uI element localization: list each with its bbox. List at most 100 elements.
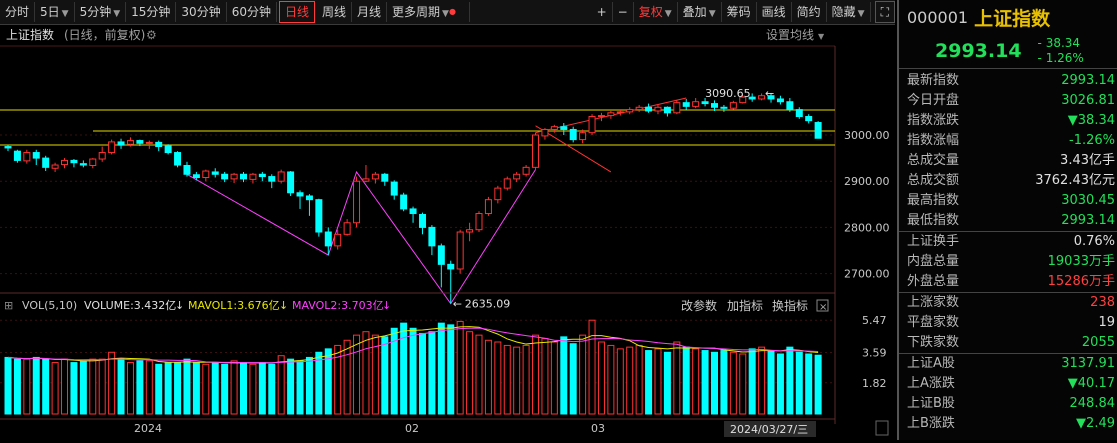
candle-body — [805, 116, 813, 122]
quote-row: 外盘总量 15286万手 — [899, 272, 1117, 292]
chips-button[interactable]: 筹码 — [722, 2, 757, 22]
volume-bar — [673, 341, 681, 415]
quote-row-value: 15286万手 — [1047, 274, 1115, 289]
quote-price-block: 2993.14 - 38.34 - 1.26% — [899, 34, 1117, 69]
candle-body — [32, 152, 40, 159]
mavol1-value: MAVOL1:3.676亿 — [188, 299, 280, 312]
candle-body — [61, 159, 69, 166]
candle-body — [155, 141, 163, 148]
candle-body — [51, 164, 59, 169]
add-indicator-button[interactable]: 加指标 — [727, 298, 763, 313]
candle-body — [145, 141, 153, 144]
down-arrow-icon: ↓ — [382, 299, 391, 312]
period-monthly[interactable]: 月线 — [352, 2, 388, 22]
quote-row-label: 指数涨跌 — [907, 113, 960, 128]
quote-row: 最高指数 3030.45 — [899, 191, 1117, 211]
volume-bar — [70, 362, 78, 415]
hide-label: 隐藏 — [831, 5, 856, 19]
volume-bar — [230, 360, 238, 415]
volume-bar — [814, 354, 822, 415]
quote-row-label: 上证换手 — [907, 234, 960, 249]
kline-chart[interactable]: 上证指数 (日线，前复权) ⚙ 设置均线 ▼ 3000.00 2900.00 280… — [0, 25, 895, 440]
volume-bar — [663, 351, 671, 415]
candle-body — [324, 231, 332, 247]
volume-bar — [362, 331, 370, 415]
volume-bar — [475, 334, 483, 415]
volume-bar — [51, 362, 59, 415]
volume-bar — [739, 353, 747, 415]
chevron-down-icon: ▼ — [708, 9, 716, 19]
volume-tick-label: 3.59 — [862, 346, 887, 359]
candle-body — [117, 141, 125, 146]
candle-body — [532, 134, 540, 168]
quote-row-value: 3030.45 — [1061, 193, 1115, 208]
volume-bar — [61, 358, 69, 415]
zoom-in-button[interactable]: + — [592, 2, 613, 22]
period-60min[interactable]: 60分钟 — [227, 2, 277, 22]
candle-body — [42, 157, 50, 168]
period-fenshi[interactable]: 分时 — [0, 2, 36, 22]
candle-body — [701, 101, 709, 105]
volume-bar — [89, 358, 97, 415]
fuquan-label: 复权 — [638, 5, 663, 19]
quote-header: 000001 上证指数 — [899, 0, 1117, 34]
simple-button[interactable]: 简约 — [792, 2, 827, 22]
volume-bar — [117, 358, 125, 415]
draw-line-button[interactable]: 画线 — [757, 2, 792, 22]
low-price-label: 2635.09 — [465, 298, 511, 311]
hide-dropdown[interactable]: 隐藏 ▼ — [827, 2, 871, 22]
candle-body — [720, 106, 728, 109]
candle-body — [673, 102, 681, 114]
period-30min[interactable]: 30分钟 — [176, 2, 227, 22]
period-more[interactable]: 更多周期 ▼● — [387, 2, 471, 22]
volume-menu-icon[interactable]: ⊞ — [4, 299, 13, 312]
switch-indicator-button[interactable]: 换指标 — [772, 298, 808, 313]
quote-row-label: 上证B股 — [907, 396, 955, 411]
overlay-dropdown[interactable]: 叠加 ▼ — [678, 2, 722, 22]
ma-settings-button[interactable]: 设置均线 — [766, 28, 814, 42]
candle-body — [390, 181, 398, 196]
fuquan-dropdown[interactable]: 复权 ▼ — [634, 2, 678, 22]
candle-body — [560, 126, 568, 130]
candle-body — [258, 173, 266, 178]
volume-bar — [522, 344, 530, 415]
volume-bar — [258, 362, 266, 415]
period-daily[interactable]: 日线 — [278, 1, 315, 23]
close-icon[interactable]: × — [819, 302, 827, 313]
quote-change-block: - 38.34 - 1.26% — [1038, 36, 1084, 66]
period-5min[interactable]: 5分钟 ▼ — [75, 2, 127, 22]
volume-bar — [579, 334, 587, 415]
candle-body — [484, 199, 492, 215]
low-arrow-icon: ← — [453, 298, 462, 311]
change-params-button[interactable]: 改参数 — [681, 298, 717, 313]
candle-body — [343, 222, 351, 235]
volume-bar — [268, 363, 276, 415]
overlay-label: 叠加 — [682, 5, 707, 19]
zoom-out-button[interactable]: − — [613, 2, 634, 22]
candle-body — [466, 229, 474, 233]
scroll-handle-icon[interactable] — [875, 420, 889, 436]
volume-grid — [0, 319, 835, 384]
candle-body — [711, 103, 718, 108]
volume-bar — [305, 356, 313, 415]
quote-row-value: 3762.43亿元 — [1035, 173, 1115, 188]
candle-body — [400, 194, 408, 210]
candle-body — [268, 176, 276, 182]
volume-bar — [654, 348, 662, 415]
candle-body — [4, 146, 12, 149]
quote-row-value: ▼2.49 — [1076, 416, 1115, 431]
volume-bar — [343, 339, 351, 415]
expand-icon[interactable]: ⛶ — [874, 1, 895, 23]
candle-body — [663, 106, 671, 114]
volume-bar — [645, 350, 653, 415]
volume-value: VOLUME:3.432亿 — [84, 299, 176, 312]
period-5day[interactable]: 5日 ▼ — [35, 2, 75, 22]
period-15min[interactable]: 15分钟 — [126, 2, 177, 22]
candle-body — [371, 173, 379, 180]
period-weekly[interactable]: 周线 — [317, 2, 353, 22]
volume-bar — [550, 341, 558, 415]
volume-bar — [418, 332, 426, 415]
volume-bar — [758, 346, 766, 415]
settings-icon[interactable]: ⚙ — [146, 28, 157, 42]
volume-bar — [588, 319, 596, 415]
